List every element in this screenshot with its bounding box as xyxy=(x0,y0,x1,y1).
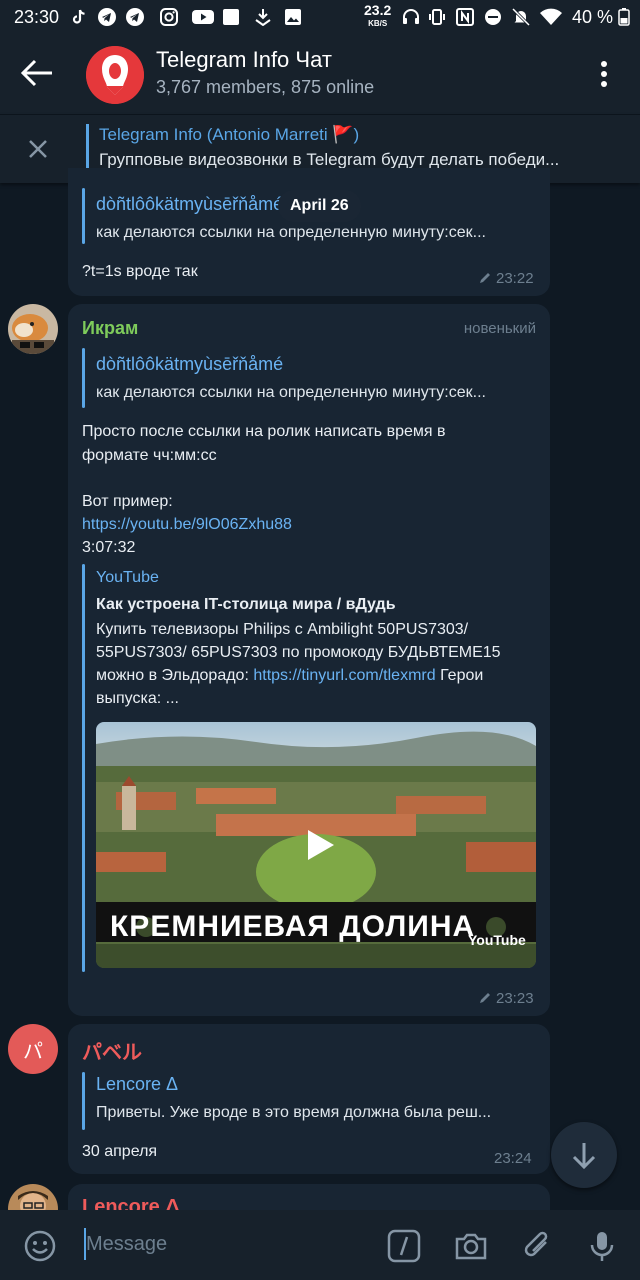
message-time: 23:22 xyxy=(496,270,534,287)
battery-icon xyxy=(618,8,630,26)
telegram-info-logo-icon xyxy=(86,46,144,104)
message-bubble[interactable]: Икрам новенький dòñtlôôkätmyùsēřňåmé как… xyxy=(68,304,550,1016)
chat-subtitle: 3,767 members, 875 online xyxy=(156,77,375,97)
reply-author: dòñtlôôkätmyùsēřňåmé xyxy=(96,354,284,374)
preview-desc-link[interactable]: https://tinyurl.com/tlexmrd xyxy=(253,667,435,684)
chat-title[interactable]: Telegram Info Чат xyxy=(156,47,332,73)
dog-avatar-icon xyxy=(8,304,58,354)
status-time: 23:30 xyxy=(14,7,60,27)
message-time: 23:24 xyxy=(494,1150,532,1167)
wifi-icon xyxy=(540,8,562,25)
microphone-icon[interactable] xyxy=(584,1228,620,1264)
avatar[interactable]: パ xyxy=(8,1024,58,1074)
message-text: Вот пример: xyxy=(82,493,173,510)
message-text: Просто после ссылки на ролик написать вр… xyxy=(82,423,446,440)
message-bubble[interactable]: dòñtlôôkätmyùsēřňåmé как делаются ссылки… xyxy=(68,168,550,296)
preview-site: YouTube xyxy=(96,569,159,586)
telegram-icon xyxy=(98,8,116,26)
reply-text: Приветы. Уже вроде в это время должна бы… xyxy=(96,1104,492,1121)
message-composer: Message xyxy=(0,1210,640,1280)
more-vert-icon[interactable] xyxy=(592,56,616,92)
message-text: ?t=1s вроде так xyxy=(82,263,198,280)
nfc-icon xyxy=(456,8,474,26)
date-pill: April 26 xyxy=(278,190,361,222)
preview-desc-line: 55PUS7303/ 65PUS7303 по промокоду БУДЬВТ… xyxy=(96,644,501,661)
youtube-link[interactable]: https://youtu.be/9lO06Zxhu88 xyxy=(82,513,292,536)
message-text: 30 апреля xyxy=(82,1143,158,1160)
image-icon xyxy=(285,9,301,25)
app-square-icon xyxy=(223,9,239,25)
battery-level: 40 % xyxy=(572,7,614,27)
message-input[interactable]: Message xyxy=(86,1233,167,1256)
preview-desc-line: Купить телевизоры Philips с Ambilight 50… xyxy=(96,621,469,638)
reply-accent-bar xyxy=(82,348,85,408)
emoji-icon[interactable] xyxy=(22,1228,58,1264)
preview-thumbnail[interactable]: КРЕМНИЕВАЯ ДОЛИНА YouTube xyxy=(96,722,536,968)
avatar[interactable] xyxy=(8,304,58,354)
do-not-disturb-icon xyxy=(485,9,501,25)
instagram-icon xyxy=(160,8,178,26)
mute-bell-icon xyxy=(512,8,530,26)
camera-icon[interactable] xyxy=(453,1228,489,1264)
thumbnail-caption: КРЕМНИЕВАЯ ДОЛИНА xyxy=(110,910,476,943)
telegram-icon xyxy=(126,8,144,26)
bot-commands-icon[interactable] xyxy=(386,1228,422,1264)
tiktok-icon xyxy=(72,9,85,24)
network-speed: 23.2 KB/S xyxy=(364,2,392,28)
message-bubble[interactable]: パベル Lencore Δ Приветы. Уже вроде в это в… xyxy=(68,1024,550,1174)
edited-pencil-icon xyxy=(480,993,490,1003)
reply-accent-bar xyxy=(82,1072,85,1130)
headphones-icon xyxy=(403,9,419,24)
reply-text: как делаются ссылки на определенную мину… xyxy=(96,224,486,241)
message-time: 23:23 xyxy=(496,990,534,1007)
vibrate-icon xyxy=(429,9,445,25)
youtube-icon xyxy=(192,10,214,24)
preview-desc-line: выпуска: ... xyxy=(96,690,179,707)
message-author[interactable]: パベル xyxy=(82,1036,142,1065)
message-text: формате чч:мм:сс xyxy=(82,447,217,464)
status-bar: 23:30 23.2 KB/S 40 % xyxy=(0,0,640,34)
pinned-title: Telegram Info (Antonio Marreti 🚩) xyxy=(99,125,360,144)
reply-author: Lencore Δ xyxy=(96,1074,179,1094)
preview-accent-bar xyxy=(82,564,85,972)
timestamp-text: 3:07:32 xyxy=(82,539,136,556)
preview-title: Как устроена IT-столица мира / вДудь xyxy=(96,596,396,613)
download-shield-icon xyxy=(255,9,271,26)
thumbnail-youtube-logo: YouTube xyxy=(468,932,526,948)
attach-icon[interactable] xyxy=(520,1228,556,1264)
group-avatar[interactable] xyxy=(86,46,144,104)
avatar-letter: パ xyxy=(23,1040,43,1063)
message-author[interactable]: Икрам xyxy=(82,318,138,339)
chat-header: Telegram Info Чат 3,767 members, 875 onl… xyxy=(0,34,640,114)
close-icon[interactable] xyxy=(24,135,52,163)
preview-description: Купить телевизоры Philips с Ambilight 50… xyxy=(96,618,546,710)
edited-pencil-icon xyxy=(480,273,490,283)
reply-text: как делаются ссылки на определенную мину… xyxy=(96,384,486,401)
pinned-text: Групповые видеозвонки в Telegram будут д… xyxy=(99,150,560,169)
preview-desc-line: можно в Эльдорадо: https://tinyurl.com/t… xyxy=(96,667,484,684)
scroll-down-button[interactable] xyxy=(551,1122,617,1188)
arrow-down-icon xyxy=(572,1143,596,1170)
pinned-accent-bar xyxy=(86,124,89,172)
reply-author: dòñtlôôkätmyùsēřňåmé xyxy=(96,194,284,214)
member-badge: новенький xyxy=(463,320,536,337)
back-arrow-icon[interactable] xyxy=(20,58,54,88)
reply-accent-bar xyxy=(82,188,85,244)
